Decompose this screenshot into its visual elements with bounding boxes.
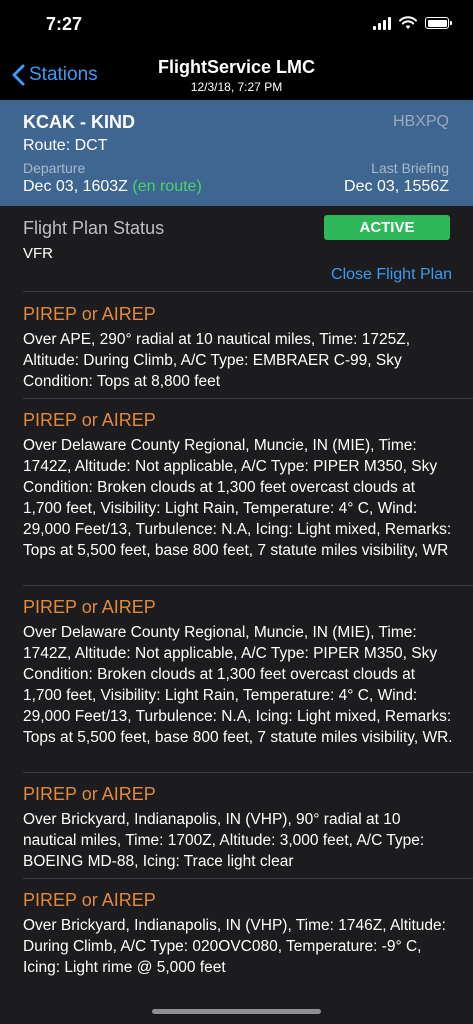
divider bbox=[23, 772, 473, 773]
status-icons bbox=[373, 16, 452, 30]
signal-icon bbox=[373, 16, 391, 30]
divider bbox=[23, 585, 473, 586]
pirep-item[interactable]: PIREP or AIREP Over Brickyard, Indianapo… bbox=[23, 783, 453, 872]
page-subtitle: 12/3/18, 7:27 PM bbox=[190, 80, 283, 94]
nav-bar: Stations FlightService LMC 12/3/18, 7:27… bbox=[0, 52, 473, 100]
pirep-body: Over Delaware County Regional, Muncie, I… bbox=[23, 624, 453, 746]
divider bbox=[23, 398, 473, 399]
flight-plan-section: Flight Plan Status ACTIVE VFR Close Flig… bbox=[0, 206, 473, 292]
pirep-item[interactable]: PIREP or AIREP Over Brickyard, Indianapo… bbox=[23, 889, 453, 978]
status-time: 7:27 bbox=[46, 14, 83, 34]
divider bbox=[23, 878, 473, 879]
status-bar: 7:27 bbox=[0, 0, 473, 52]
divider bbox=[23, 291, 473, 292]
page-title: FlightService LMC bbox=[157, 57, 316, 77]
pirep-title: PIREP or AIREP bbox=[23, 304, 156, 324]
pirep-item[interactable]: PIREP or AIREP Over APE, 290° radial at … bbox=[23, 303, 453, 392]
status-badge: ACTIVE bbox=[324, 215, 450, 240]
pirep-body: Over Brickyard, Indianapolis, IN (VHP), … bbox=[23, 917, 446, 976]
pirep-title: PIREP or AIREP bbox=[23, 410, 156, 430]
departure-time: Dec 03, 1603Z bbox=[23, 178, 128, 195]
aircraft-tail-number: HBXPQ bbox=[392, 113, 449, 130]
en-route-status: (en route) bbox=[132, 178, 202, 195]
route-text: Route: DCT bbox=[23, 137, 108, 154]
pirep-body: Over APE, 290° radial at 10 nautical mil… bbox=[23, 331, 411, 390]
flight-rules: VFR bbox=[23, 245, 53, 262]
flight-route-title: KCAK - KIND bbox=[23, 112, 135, 132]
pirep-item[interactable]: PIREP or AIREP Over Delaware County Regi… bbox=[23, 596, 453, 748]
pirep-item[interactable]: PIREP or AIREP Over Delaware County Regi… bbox=[23, 409, 453, 561]
close-flight-plan-link[interactable]: Close Flight Plan bbox=[331, 266, 452, 284]
departure-label: Departure bbox=[23, 160, 86, 176]
pirep-title: PIREP or AIREP bbox=[23, 597, 156, 617]
battery-icon bbox=[425, 17, 452, 29]
flight-plan-title: Flight Plan Status bbox=[23, 218, 165, 238]
departure-value: Dec 03, 1603Z (en route) bbox=[23, 178, 202, 196]
last-briefing-value: Dec 03, 1556Z bbox=[344, 178, 449, 195]
pirep-title: PIREP or AIREP bbox=[23, 890, 156, 910]
home-indicator[interactable] bbox=[152, 1009, 321, 1014]
flight-header[interactable]: KCAK - KIND HBXPQ Route: DCT Departure L… bbox=[0, 100, 473, 206]
pirep-body: Over Delaware County Regional, Muncie, I… bbox=[23, 437, 452, 559]
pirep-title: PIREP or AIREP bbox=[23, 784, 156, 804]
wifi-icon bbox=[399, 16, 417, 29]
pirep-body: Over Brickyard, Indianapolis, IN (VHP), … bbox=[23, 811, 425, 870]
last-briefing-label: Last Briefing bbox=[371, 160, 449, 176]
